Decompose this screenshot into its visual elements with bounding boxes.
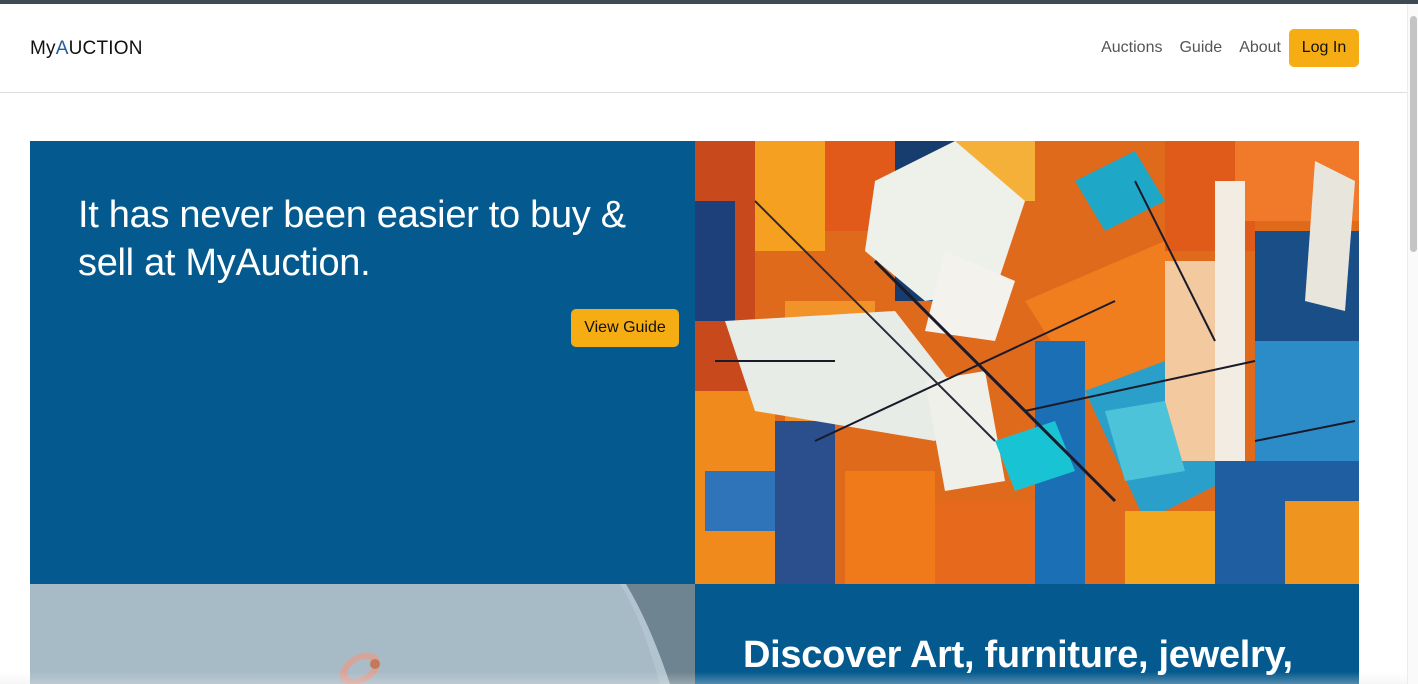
brand-suffix: UCTION (68, 38, 143, 59)
brand-accent-letter: A (55, 38, 69, 59)
brand-logo[interactable]: MyAUCTION (30, 38, 143, 60)
discover-panel: Discover Art, furniture, jewelry, (695, 584, 1359, 684)
nav-link-auctions[interactable]: Auctions (1101, 28, 1162, 68)
scrollbar-thumb[interactable] (1410, 16, 1417, 252)
main-nav: Auctions Guide About Log In (1084, 28, 1359, 68)
nav-link-guide[interactable]: Guide (1179, 28, 1222, 68)
hero-section: It has never been easier to buy & sell a… (30, 141, 1359, 684)
brand-prefix: My (30, 38, 56, 59)
nav-link-about[interactable]: About (1239, 28, 1281, 68)
hero-text-panel: It has never been easier to buy & sell a… (30, 141, 695, 584)
abstract-painting-image (695, 141, 1359, 584)
hero-headline: It has never been easier to buy & sell a… (78, 194, 626, 284)
view-guide-button[interactable]: View Guide (571, 309, 679, 347)
login-button[interactable]: Log In (1289, 29, 1359, 67)
jewelry-ring-image (30, 584, 695, 684)
page-scrollbar[interactable] (1407, 4, 1418, 684)
navbar: MyAUCTION Auctions Guide About Log In (0, 4, 1407, 93)
discover-headline: Discover Art, furniture, jewelry, (743, 634, 1293, 676)
